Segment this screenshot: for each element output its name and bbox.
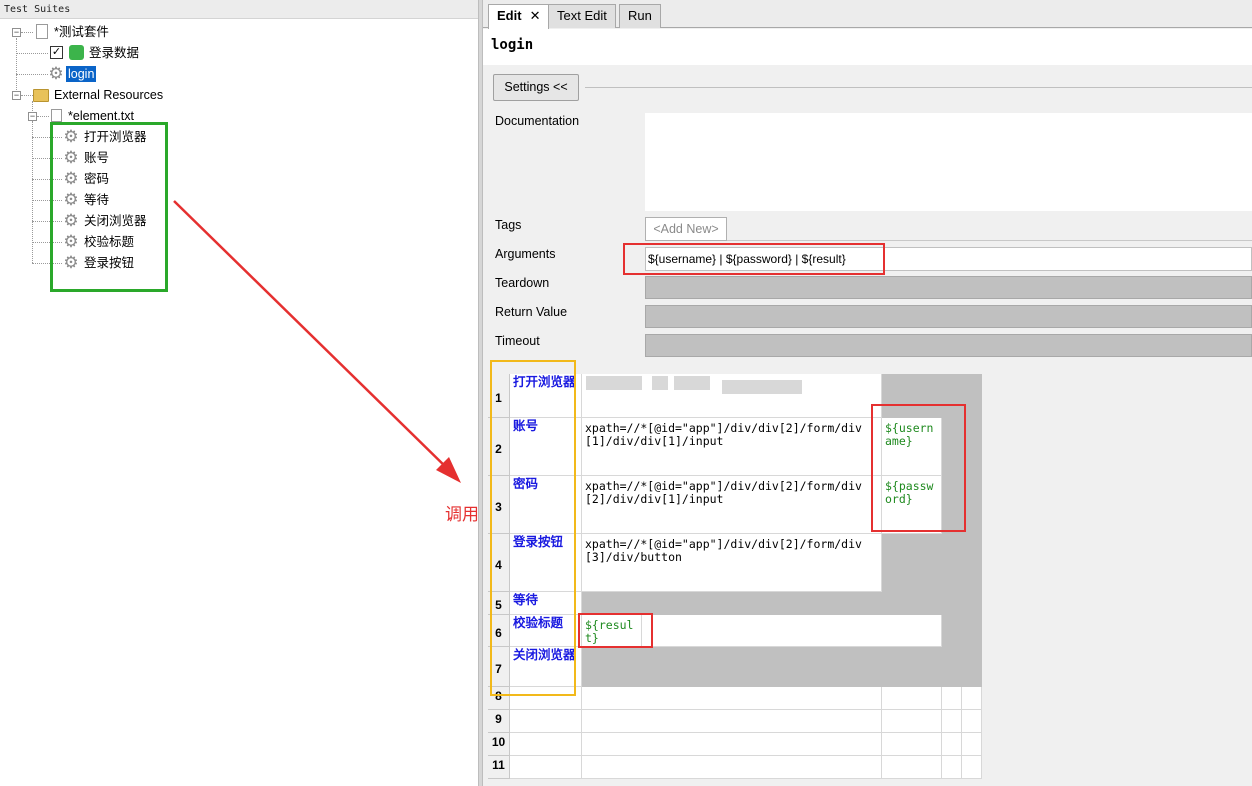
tree-item-login-label: login bbox=[66, 66, 97, 82]
tree-item-login-data[interactable]: 登录数据 bbox=[87, 43, 141, 63]
empty-grid-cell[interactable] bbox=[962, 710, 982, 733]
empty-grid-cell[interactable] bbox=[510, 710, 582, 733]
keyword-name-strip: login bbox=[483, 29, 1252, 65]
annotation-variables-box bbox=[871, 404, 966, 532]
teardown-field[interactable] bbox=[645, 276, 1252, 299]
step-empty-cell[interactable] bbox=[642, 615, 942, 647]
empty-grid-cell[interactable] bbox=[942, 756, 962, 779]
tab-text-edit-label: Text Edit bbox=[557, 8, 607, 23]
tree-item-login[interactable]: login bbox=[66, 64, 97, 84]
test-suites-panel: Test Suites − *测试套件 ✓ 登录数据 ⚙ login − Ext… bbox=[0, 0, 478, 786]
tab-edit[interactable]: Edit ✕ bbox=[488, 4, 550, 29]
tree-item-suite[interactable]: *测试套件 bbox=[52, 22, 111, 42]
empty-grid-cell[interactable] bbox=[942, 733, 962, 756]
tree-item-external-resources[interactable]: External Resources bbox=[52, 85, 165, 105]
step-arg1-cell[interactable]: xpath=//*[@id="app"]/div/div[2]/form/div… bbox=[582, 418, 882, 476]
editor-tabbar: Edit ✕ Text Edit Run bbox=[483, 0, 1252, 29]
empty-grid-cell[interactable] bbox=[510, 756, 582, 779]
empty-grid-cell[interactable] bbox=[962, 687, 982, 710]
annotation-green-box bbox=[50, 122, 168, 292]
tab-text-edit[interactable]: Text Edit bbox=[548, 4, 616, 28]
test-case-icon bbox=[69, 45, 84, 60]
file-icon bbox=[36, 24, 48, 39]
return-value-field[interactable] bbox=[645, 305, 1252, 328]
empty-grid-cell[interactable] bbox=[582, 733, 882, 756]
keyword-steps-grid: 1 打开浏览器 2 账号 xpath=//*[@id="app"]/div/div[2]… bbox=[488, 374, 1252, 786]
annotation-call-label: 调用 bbox=[445, 505, 479, 524]
return-value-label: Return Value bbox=[495, 305, 568, 319]
resource-file-icon bbox=[51, 109, 62, 122]
step-arg1-cell[interactable]: xpath=//*[@id="app"]/div/div[2]/form/div… bbox=[582, 476, 882, 534]
empty-grid-cell[interactable] bbox=[510, 733, 582, 756]
editor-panel: Edit ✕ Text Edit Run login Settings << Do… bbox=[483, 0, 1252, 786]
tree-connector bbox=[16, 53, 48, 54]
add-tag-button[interactable]: <Add New> bbox=[645, 217, 727, 241]
tree-item-external-label: External Resources bbox=[54, 88, 164, 102]
annotation-keywords-box bbox=[490, 360, 576, 696]
empty-grid-cell[interactable] bbox=[942, 687, 962, 710]
step-arg1-cell[interactable]: xpath=//*[@id="app"]/div/div[2]/form/div… bbox=[582, 534, 882, 592]
tags-label: Tags bbox=[495, 218, 522, 232]
gear-icon: ⚙ bbox=[48, 64, 64, 83]
empty-grid-cell[interactable] bbox=[882, 710, 942, 733]
empty-grid-cell[interactable] bbox=[962, 756, 982, 779]
settings-toggle-button[interactable]: Settings << bbox=[493, 74, 579, 101]
tree-item-element-label: *element.txt bbox=[68, 109, 135, 123]
empty-grid-cell[interactable] bbox=[882, 687, 942, 710]
annotation-arguments-box bbox=[623, 243, 885, 275]
collapse-suite-toggle[interactable]: − bbox=[12, 28, 21, 37]
tree-connector bbox=[21, 32, 33, 33]
annotation-result-box bbox=[578, 613, 653, 648]
redacted-url-blur bbox=[674, 376, 710, 390]
empty-grid-cell[interactable] bbox=[582, 756, 882, 779]
tree-item-suite-label: *测试套件 bbox=[54, 25, 109, 39]
empty-grid-cell[interactable] bbox=[582, 687, 882, 710]
empty-grid-cell[interactable] bbox=[942, 710, 962, 733]
row-number[interactable]: 10 bbox=[488, 733, 510, 756]
collapse-element-toggle[interactable]: − bbox=[28, 112, 37, 121]
collapse-external-toggle[interactable]: − bbox=[12, 91, 21, 100]
redacted-url-blur bbox=[586, 376, 642, 390]
empty-grid-cell[interactable] bbox=[882, 756, 942, 779]
tree-connector bbox=[37, 116, 49, 117]
documentation-field[interactable] bbox=[645, 113, 1252, 211]
tree-connector bbox=[16, 38, 17, 98]
arguments-label: Arguments bbox=[495, 247, 556, 261]
folder-icon bbox=[33, 89, 49, 102]
empty-grid-cell[interactable] bbox=[962, 733, 982, 756]
settings-divider bbox=[585, 87, 1252, 88]
redacted-url-blur bbox=[652, 376, 668, 390]
tab-run[interactable]: Run bbox=[619, 4, 661, 28]
tags-divider bbox=[727, 240, 1252, 241]
redacted-url-blur bbox=[722, 380, 802, 394]
test-suites-header: Test Suites bbox=[0, 0, 478, 19]
tree-connector bbox=[16, 74, 48, 75]
row-number[interactable]: 11 bbox=[488, 756, 510, 779]
row-number[interactable]: 9 bbox=[488, 710, 510, 733]
teardown-label: Teardown bbox=[495, 276, 550, 290]
tree-connector bbox=[21, 95, 33, 96]
empty-grid-cell[interactable] bbox=[582, 710, 882, 733]
tab-edit-label: Edit bbox=[497, 8, 522, 23]
tab-run-label: Run bbox=[628, 8, 652, 23]
empty-grid-cell[interactable] bbox=[882, 733, 942, 756]
timeout-label: Timeout bbox=[495, 334, 540, 348]
keyword-name: login bbox=[491, 37, 534, 53]
checkbox-checked-icon[interactable]: ✓ bbox=[50, 46, 63, 59]
tree-item-login-data-label: 登录数据 bbox=[89, 46, 140, 60]
timeout-field[interactable] bbox=[645, 334, 1252, 357]
close-icon[interactable]: ✕ bbox=[530, 8, 541, 23]
documentation-label: Documentation bbox=[495, 114, 580, 128]
